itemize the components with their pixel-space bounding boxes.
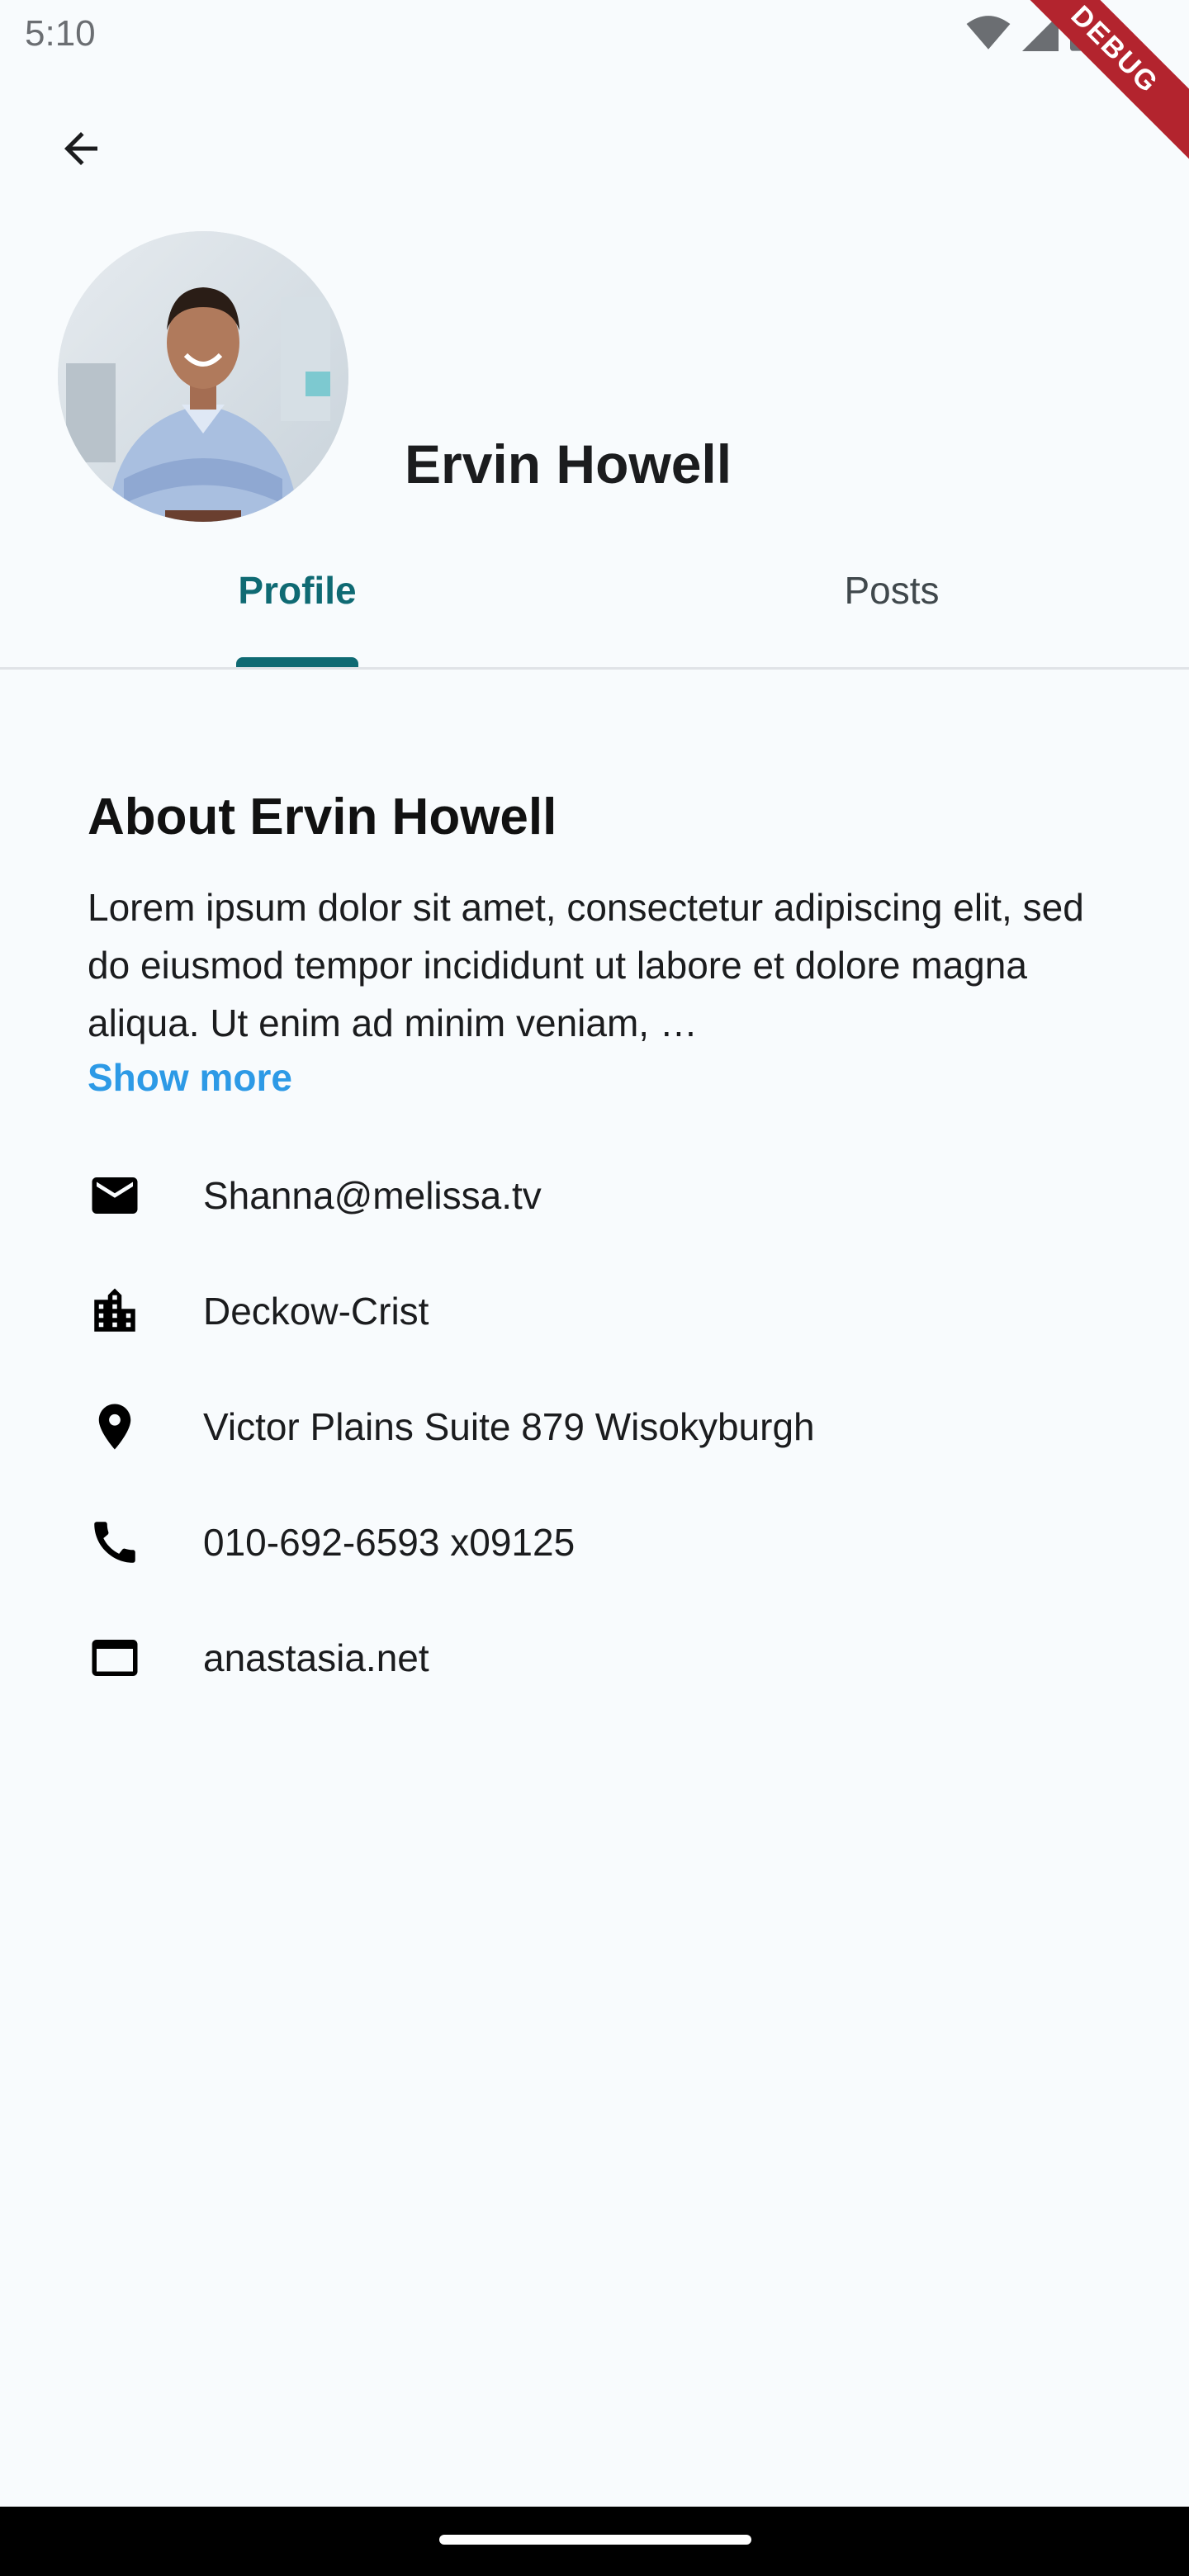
contact-row-phone[interactable]: 010-692-6593 x09125 bbox=[88, 1509, 575, 1575]
tab-profile[interactable]: Profile bbox=[0, 545, 594, 667]
contact-website: anastasia.net bbox=[203, 1636, 429, 1679]
company-icon bbox=[88, 1284, 142, 1338]
phone-icon bbox=[88, 1515, 142, 1570]
about-title: About Ervin Howell bbox=[88, 788, 557, 845]
avatar bbox=[58, 231, 348, 522]
contact-row-company: Deckow-Crist bbox=[88, 1278, 429, 1344]
contact-company: Deckow-Crist bbox=[203, 1290, 429, 1333]
system-nav-bar bbox=[0, 2507, 1189, 2576]
show-more-link[interactable]: Show more bbox=[88, 1055, 292, 1100]
status-time: 5:10 bbox=[25, 13, 96, 54]
tab-posts[interactable]: Posts bbox=[594, 545, 1189, 667]
back-button[interactable] bbox=[41, 111, 121, 190]
contact-address: Victor Plains Suite 879 Wisokyburgh bbox=[203, 1405, 815, 1448]
contact-row-address: Victor Plains Suite 879 Wisokyburgh bbox=[88, 1394, 815, 1460]
home-indicator[interactable] bbox=[439, 2535, 751, 2545]
location-icon bbox=[88, 1399, 142, 1454]
tab-indicator bbox=[236, 657, 358, 667]
status-bar: 5:10 bbox=[0, 0, 1189, 73]
contact-email: Shanna@melissa.tv bbox=[203, 1174, 542, 1217]
about-text: Lorem ipsum dolor sit amet, consectetur … bbox=[88, 886, 1084, 1044]
wifi-icon bbox=[966, 15, 1011, 55]
avatar-photo bbox=[58, 231, 348, 522]
tab-bar: Profile Posts bbox=[0, 545, 1189, 670]
website-icon bbox=[88, 1631, 142, 1685]
contact-row-website[interactable]: anastasia.net bbox=[88, 1625, 429, 1691]
profile-name: Ervin Howell bbox=[405, 433, 732, 495]
contact-phone: 010-692-6593 x09125 bbox=[203, 1521, 576, 1564]
contact-row-email[interactable]: Shanna@melissa.tv bbox=[88, 1163, 542, 1229]
email-icon bbox=[88, 1168, 142, 1223]
arrow-back-icon bbox=[56, 124, 106, 178]
